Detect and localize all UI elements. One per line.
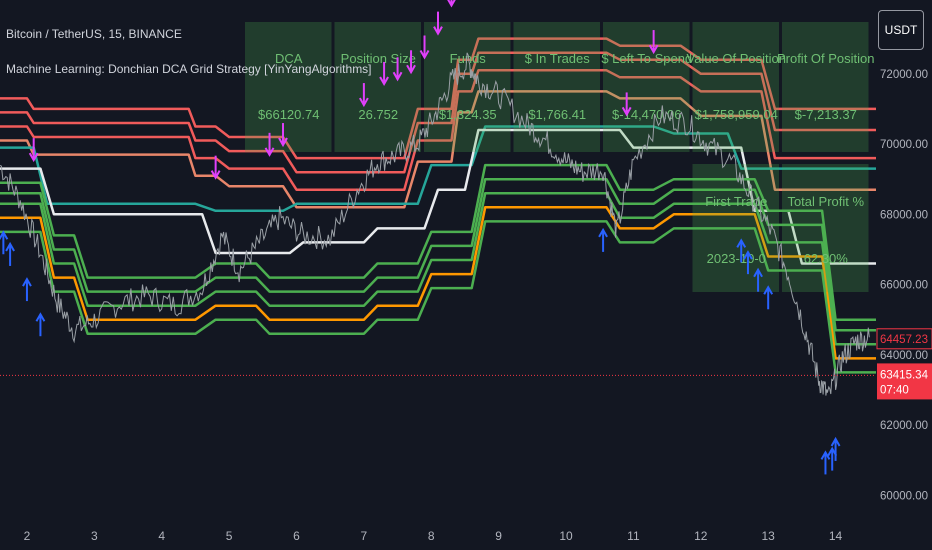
y-tick-label: 64000.00 <box>880 350 928 362</box>
y-tick-label: 72000.00 <box>880 69 928 81</box>
y-tick-label: 62000.00 <box>880 420 928 432</box>
stats-value: 62.30% <box>804 251 849 266</box>
stats-cell <box>603 22 690 152</box>
stats-value: $-7,213.37 <box>795 107 857 122</box>
x-tick-label: 13 <box>762 529 776 543</box>
stats-header: $ In Trades <box>525 51 591 66</box>
stats-cell <box>782 164 869 292</box>
stats-value: $66120.74 <box>258 107 319 122</box>
stats-value: 2023-10-0 <box>707 251 766 266</box>
stats-cell <box>245 22 332 152</box>
stats-cell <box>692 22 779 152</box>
current-price-value: 63415.34 <box>880 369 929 381</box>
y-axis-background <box>876 0 932 550</box>
stats-header: $ Left To Spend <box>601 51 692 66</box>
indicator-title: Machine Learning: Donchian DCA Grid Stra… <box>6 62 372 76</box>
stats-value: $1,758,959.04 <box>695 107 778 122</box>
bar-countdown: 07:40 <box>880 384 909 396</box>
y-axis: 60000.00 62000.00 64000.00 66000.00 68000.00… <box>876 0 932 550</box>
stats-value: $1,766.41 <box>528 107 586 122</box>
grid-price-value: 64457.23 <box>880 334 928 346</box>
stats-cell <box>334 22 421 152</box>
currency-button[interactable]: USDT <box>878 10 924 50</box>
x-axis-background <box>0 520 876 550</box>
stats-cell <box>782 22 869 152</box>
x-tick-label: 14 <box>829 529 843 543</box>
stats-value: 26.752 <box>358 107 398 122</box>
stats-header: First Trade <box>705 194 767 209</box>
stats-value: $1,324.35 <box>439 107 497 122</box>
x-tick-label: 11 <box>627 529 640 543</box>
x-tick-label: 6 <box>293 529 300 543</box>
price-chart[interactable]: DCA$66120.74Position Size26.752Funds$1,3… <box>0 0 932 550</box>
y-tick-label: 70000.00 <box>880 139 928 151</box>
y-tick-label: 66000.00 <box>880 280 928 292</box>
y-tick-label: 60000.00 <box>880 490 928 502</box>
stats-cell <box>692 164 779 292</box>
x-tick-label: 9 <box>495 529 502 543</box>
x-tick-label: 5 <box>226 529 233 543</box>
x-axis: 2 3 4 5 6 7 8 9 10 11 12 13 14 <box>0 520 876 550</box>
price-tags: 64457.23 63415.34 07:40 <box>876 328 932 400</box>
x-tick-label: 2 <box>24 529 31 543</box>
stats-header: Value Of Position <box>687 51 786 66</box>
x-tick-label: 7 <box>361 529 368 543</box>
x-tick-label: 3 <box>91 529 98 543</box>
stats-header: Profit Of Position <box>777 51 875 66</box>
x-tick-label: 4 <box>158 529 165 543</box>
x-tick-label: 8 <box>428 529 435 543</box>
x-tick-label: 12 <box>694 529 708 543</box>
y-tick-label: 68000.00 <box>880 209 928 221</box>
stats-header: Funds <box>450 51 487 66</box>
symbol-title: Bitcoin / TetherUS, 15, BINANCE <box>6 27 182 41</box>
stats-cell <box>513 22 600 152</box>
stats-header: Total Profit % <box>787 194 864 209</box>
x-tick-label: 10 <box>559 529 573 543</box>
